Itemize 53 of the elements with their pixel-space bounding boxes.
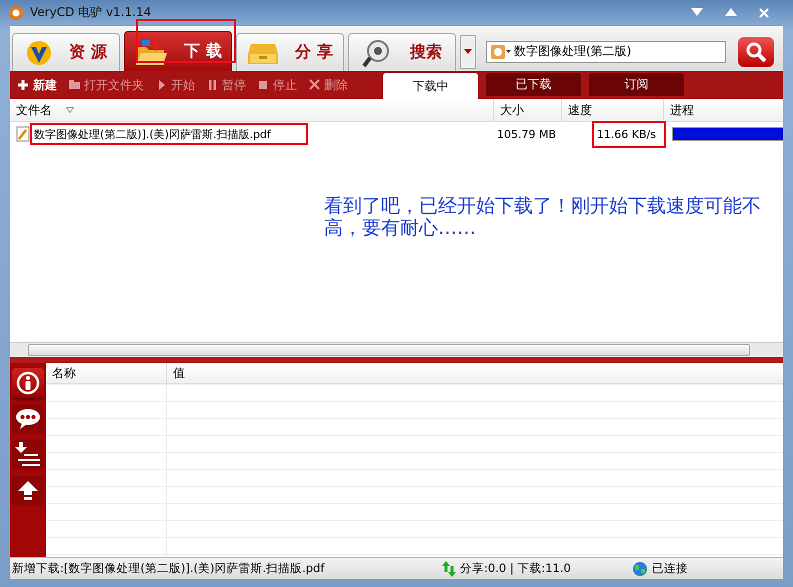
main-tab[interactable]: 下 载	[124, 31, 232, 71]
minimize-icon[interactable]	[691, 8, 703, 16]
folder-icon	[134, 36, 168, 66]
sub-tab[interactable]: 订阅	[589, 73, 684, 96]
sort-arrow-icon	[66, 107, 74, 113]
toolbar-button[interactable]: 新建	[18, 76, 57, 94]
source-selector-icon[interactable]	[491, 44, 511, 60]
sidebar-button[interactable]	[12, 476, 44, 506]
stop-icon	[258, 79, 269, 91]
play-icon	[156, 79, 167, 91]
traffic-stats: 分享:0.0 | 下载:11.0	[460, 561, 571, 576]
connection-status: 已连接	[652, 561, 688, 576]
caret-icon	[464, 49, 472, 54]
close-icon[interactable]	[759, 8, 769, 18]
pause-icon	[207, 79, 218, 91]
main-tab[interactable]: 分 享	[236, 33, 344, 71]
sidebar-button[interactable]	[12, 404, 44, 434]
v-logo-icon	[25, 38, 54, 66]
tab-menu-dropdown[interactable]	[460, 34, 476, 68]
column-header[interactable]: 文件名	[10, 99, 494, 121]
search-bar[interactable]: 数字图像处理(第二版)	[486, 40, 726, 62]
column-header[interactable]: 名称	[46, 363, 167, 383]
main-tab[interactable]: 搜索	[348, 33, 456, 71]
column-header[interactable]: 大小	[494, 99, 562, 121]
info-icon	[16, 371, 40, 395]
column-header[interactable]: 速度	[562, 99, 664, 121]
column-header[interactable]: 进程	[664, 99, 783, 121]
annotation-text: 看到了吧，已经开始下载了！刚开始下载速度可能不高，要有耐心……	[324, 195, 762, 239]
horizontal-scrollbar[interactable]	[10, 342, 783, 357]
pdf-file-icon	[16, 126, 30, 142]
speed-cell: 11.66 KB/s	[596, 128, 656, 140]
search-button[interactable]	[738, 36, 774, 66]
main-tab[interactable]: 资 源	[12, 33, 120, 71]
file-name-cell: 数字图像处理(第二版)].(美)冈萨雷斯.扫描版.pdf	[34, 126, 271, 142]
search-icon	[745, 40, 767, 62]
maximize-icon[interactable]	[725, 8, 737, 16]
plus-icon	[18, 79, 29, 91]
window-title: VeryCD 电驴 v1.1.14	[30, 4, 152, 21]
cross-icon	[309, 79, 320, 91]
sidebar-button[interactable]	[12, 368, 44, 398]
sidebar-button[interactable]	[12, 440, 44, 470]
folder-icon	[69, 79, 80, 91]
speech-bubble-icon	[15, 408, 41, 430]
size-cell-text: 105.79 MB	[496, 128, 556, 140]
sub-tab[interactable]: 下载中	[383, 73, 478, 99]
sub-tab[interactable]: 已下载	[486, 73, 581, 96]
download-list-icon	[14, 442, 42, 468]
status-message: 新增下载:[数字图像处理(第二版)].(美)冈萨雷斯.扫描版.pdf	[11, 561, 326, 576]
globe-icon	[632, 560, 648, 576]
up-down-arrows-icon	[442, 560, 456, 576]
upload-icon	[17, 480, 39, 502]
column-header[interactable]: 值	[167, 363, 783, 383]
donkey-logo-icon	[8, 4, 24, 20]
